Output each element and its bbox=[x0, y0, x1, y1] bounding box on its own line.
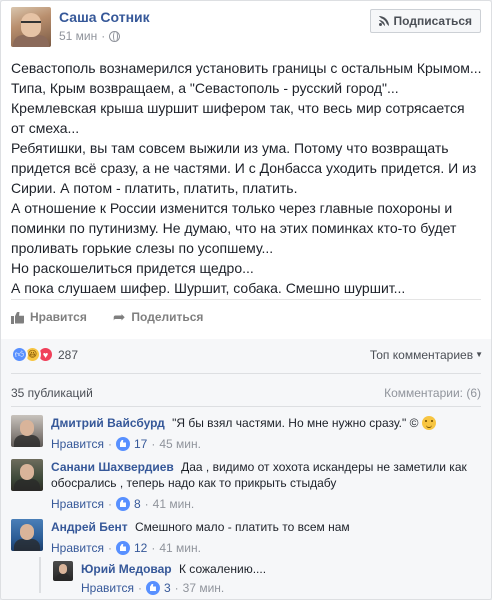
divider bbox=[11, 299, 481, 300]
comment-text: К сожалению.... bbox=[178, 562, 267, 576]
divider bbox=[11, 373, 481, 374]
like-count-icon bbox=[115, 437, 130, 451]
like-count-icon bbox=[115, 497, 130, 511]
like-button[interactable]: Нравится bbox=[11, 310, 87, 324]
top-comments-label: Топ комментариев bbox=[369, 348, 474, 362]
separator: · bbox=[151, 541, 156, 555]
author-name[interactable]: Саша Сотник bbox=[59, 9, 150, 25]
post-meta: 51 мин · bbox=[59, 29, 121, 43]
share-button[interactable]: ➦ Поделиться bbox=[113, 310, 204, 325]
top-comments-dropdown[interactable]: Топ комментариев ▼ bbox=[370, 348, 483, 362]
comment-time[interactable]: 41 мин. bbox=[159, 540, 201, 556]
comment-time[interactable]: 45 мин. bbox=[159, 436, 201, 452]
post-line: Типа, Крым возвращаем, а "Севастополь - … bbox=[11, 80, 399, 96]
post-line: Сирии. А потом - платить, платить, плати… bbox=[11, 180, 298, 196]
reply-thread-line bbox=[39, 557, 41, 593]
comment-meta: Нравится · 12 · 41 мин. bbox=[51, 540, 481, 556]
separator: · bbox=[144, 497, 149, 511]
separator: · bbox=[101, 29, 106, 43]
post-actions: Нравится ➦ Поделиться bbox=[11, 306, 203, 328]
post-line: Севастополь вознамерился установить гран… bbox=[11, 60, 482, 76]
comment-like-link[interactable]: Нравится bbox=[51, 436, 104, 452]
separator: · bbox=[174, 581, 179, 595]
separator: · bbox=[137, 581, 142, 595]
author-avatar[interactable] bbox=[11, 7, 51, 47]
separator: · bbox=[107, 437, 112, 451]
follow-label: Подписаться bbox=[393, 14, 472, 28]
post-line: проливать горькие слезы по усопшему... bbox=[11, 240, 274, 256]
comment-meta: Нравится · 3 · 37 мин. bbox=[81, 580, 481, 596]
post-line: Но раскошелиться придется щедро... bbox=[11, 260, 254, 276]
separator: · bbox=[107, 541, 112, 555]
share-label: Поделиться bbox=[131, 310, 204, 324]
comment-text: "Я бы взял частями. Но мне нужно сразу."… bbox=[172, 416, 419, 430]
like-count-icon bbox=[115, 541, 130, 555]
commenter-avatar[interactable] bbox=[53, 561, 73, 581]
commenter-name[interactable]: Андрей Бент bbox=[51, 520, 128, 534]
comment-like-count[interactable]: 17 bbox=[134, 436, 147, 452]
commenter-name[interactable]: Санани Шахвердиев bbox=[51, 460, 174, 474]
share-arrow-icon: ➦ bbox=[112, 308, 126, 326]
commenter-avatar[interactable] bbox=[11, 519, 43, 551]
post-text: Севастополь вознамерился установить гран… bbox=[11, 58, 489, 298]
commenter-name[interactable]: Юрий Медовар bbox=[81, 562, 172, 576]
comment-like-count[interactable]: 3 bbox=[164, 580, 171, 596]
comment-meta: Нравится · 17 · 45 мин. bbox=[51, 436, 481, 452]
like-reaction-icon: 👍︎ bbox=[11, 346, 28, 363]
comment-like-count[interactable]: 8 bbox=[134, 496, 141, 512]
post-time[interactable]: 51 мин bbox=[59, 29, 97, 43]
rss-icon bbox=[378, 16, 389, 26]
comment-time[interactable]: 41 мин. bbox=[153, 496, 195, 512]
comment-like-link[interactable]: Нравится bbox=[81, 580, 134, 596]
commenter-name[interactable]: Дмитрий Вайсбурд bbox=[51, 416, 165, 430]
separator: · bbox=[151, 437, 156, 451]
post-header: Саша Сотник 51 мин · Подписаться bbox=[11, 7, 481, 47]
like-count-icon bbox=[145, 581, 160, 595]
reaction-count: 287 bbox=[58, 347, 79, 362]
thumbs-up-icon bbox=[11, 311, 24, 324]
comment-text: Смешного мало - платить то всем нам bbox=[135, 520, 350, 534]
commenter-avatar[interactable] bbox=[11, 459, 43, 491]
comments-count[interactable]: Комментарии: (6) bbox=[384, 386, 481, 400]
divider bbox=[11, 406, 481, 407]
separator: · bbox=[107, 497, 112, 511]
comment-like-link[interactable]: Нравится bbox=[51, 496, 104, 512]
post-line: Кремлевская крыша шуршит шифером так, чт… bbox=[11, 100, 465, 116]
reactions-summary[interactable]: 👍︎ 😆︎ ♥ 287 bbox=[11, 346, 78, 363]
post-line: А отношение к России изменится только че… bbox=[11, 200, 453, 216]
comment-meta: Нравится · 8 · 41 мин. bbox=[51, 496, 481, 512]
comment-like-link[interactable]: Нравится bbox=[51, 540, 104, 556]
globe-icon bbox=[109, 30, 121, 42]
post-line: от смеха... bbox=[11, 120, 80, 136]
wink-emoji-icon bbox=[421, 416, 436, 430]
post-line: Ребятишки, вы там совсем выжили из ума. … bbox=[11, 140, 449, 156]
post-card: Саша Сотник 51 мин · Подписаться Севасто… bbox=[0, 0, 492, 600]
post-line: придется всё сразу, а не частями. И с До… bbox=[11, 160, 477, 176]
follow-button[interactable]: Подписаться bbox=[369, 9, 481, 33]
caret-down-icon: ▼ bbox=[475, 350, 483, 359]
shares-count[interactable]: 35 публикаций bbox=[11, 386, 93, 400]
commenter-avatar[interactable] bbox=[11, 415, 43, 447]
comment-time[interactable]: 37 мин. bbox=[183, 580, 225, 596]
post-line: А пока слушаем шифер. Шуршит, собака. См… bbox=[11, 280, 406, 296]
comment-like-count[interactable]: 12 bbox=[134, 540, 147, 556]
like-label: Нравится bbox=[30, 310, 87, 324]
post-line: поминки по путинизму. Не думаю, что на э… bbox=[11, 220, 457, 236]
